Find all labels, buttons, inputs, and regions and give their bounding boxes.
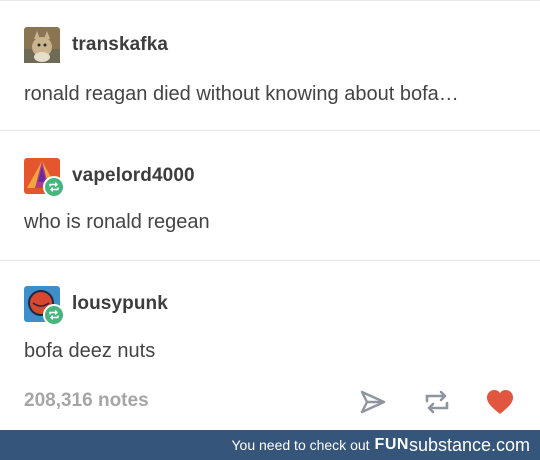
avatar[interactable]	[24, 286, 65, 326]
post-author-1[interactable]: transkafka	[24, 27, 168, 63]
reblog-button[interactable]	[421, 386, 453, 418]
top-divider	[0, 0, 540, 1]
reblog-badge	[43, 304, 65, 326]
site-watermark-banner: You need to check out FUN substance.com	[0, 430, 540, 460]
notes-count[interactable]: 208,316 notes	[24, 390, 149, 412]
post-text-3: bofa deez nuts	[24, 340, 156, 362]
username[interactable]: vapelord4000	[72, 165, 195, 187]
reblog-icon	[425, 390, 449, 414]
post-author-3[interactable]: lousypunk	[24, 286, 168, 326]
reblog-badge	[43, 176, 65, 198]
reblog-icon	[49, 310, 59, 320]
cat-avatar-icon	[24, 27, 60, 63]
send-icon	[360, 390, 386, 414]
post-divider	[0, 260, 540, 261]
share-button[interactable]	[357, 386, 389, 418]
username[interactable]: transkafka	[72, 34, 168, 56]
post-footer: 208,316 notes	[0, 378, 540, 426]
heart-icon	[487, 390, 513, 414]
banner-brand-fun: FUN	[374, 436, 409, 453]
avatar[interactable]	[24, 27, 60, 63]
post-author-2[interactable]: vapelord4000	[24, 158, 195, 198]
banner-text: You need to check out	[231, 437, 370, 453]
reblog-icon	[49, 182, 59, 192]
banner-brand-substance: substance.com	[408, 434, 530, 455]
post-text-2: who is ronald regean	[24, 211, 210, 233]
post-text-1: ronald reagan died without knowing about…	[24, 83, 459, 105]
like-button[interactable]	[484, 386, 516, 418]
post-divider	[0, 130, 540, 131]
username[interactable]: lousypunk	[72, 293, 168, 315]
avatar[interactable]	[24, 158, 65, 198]
